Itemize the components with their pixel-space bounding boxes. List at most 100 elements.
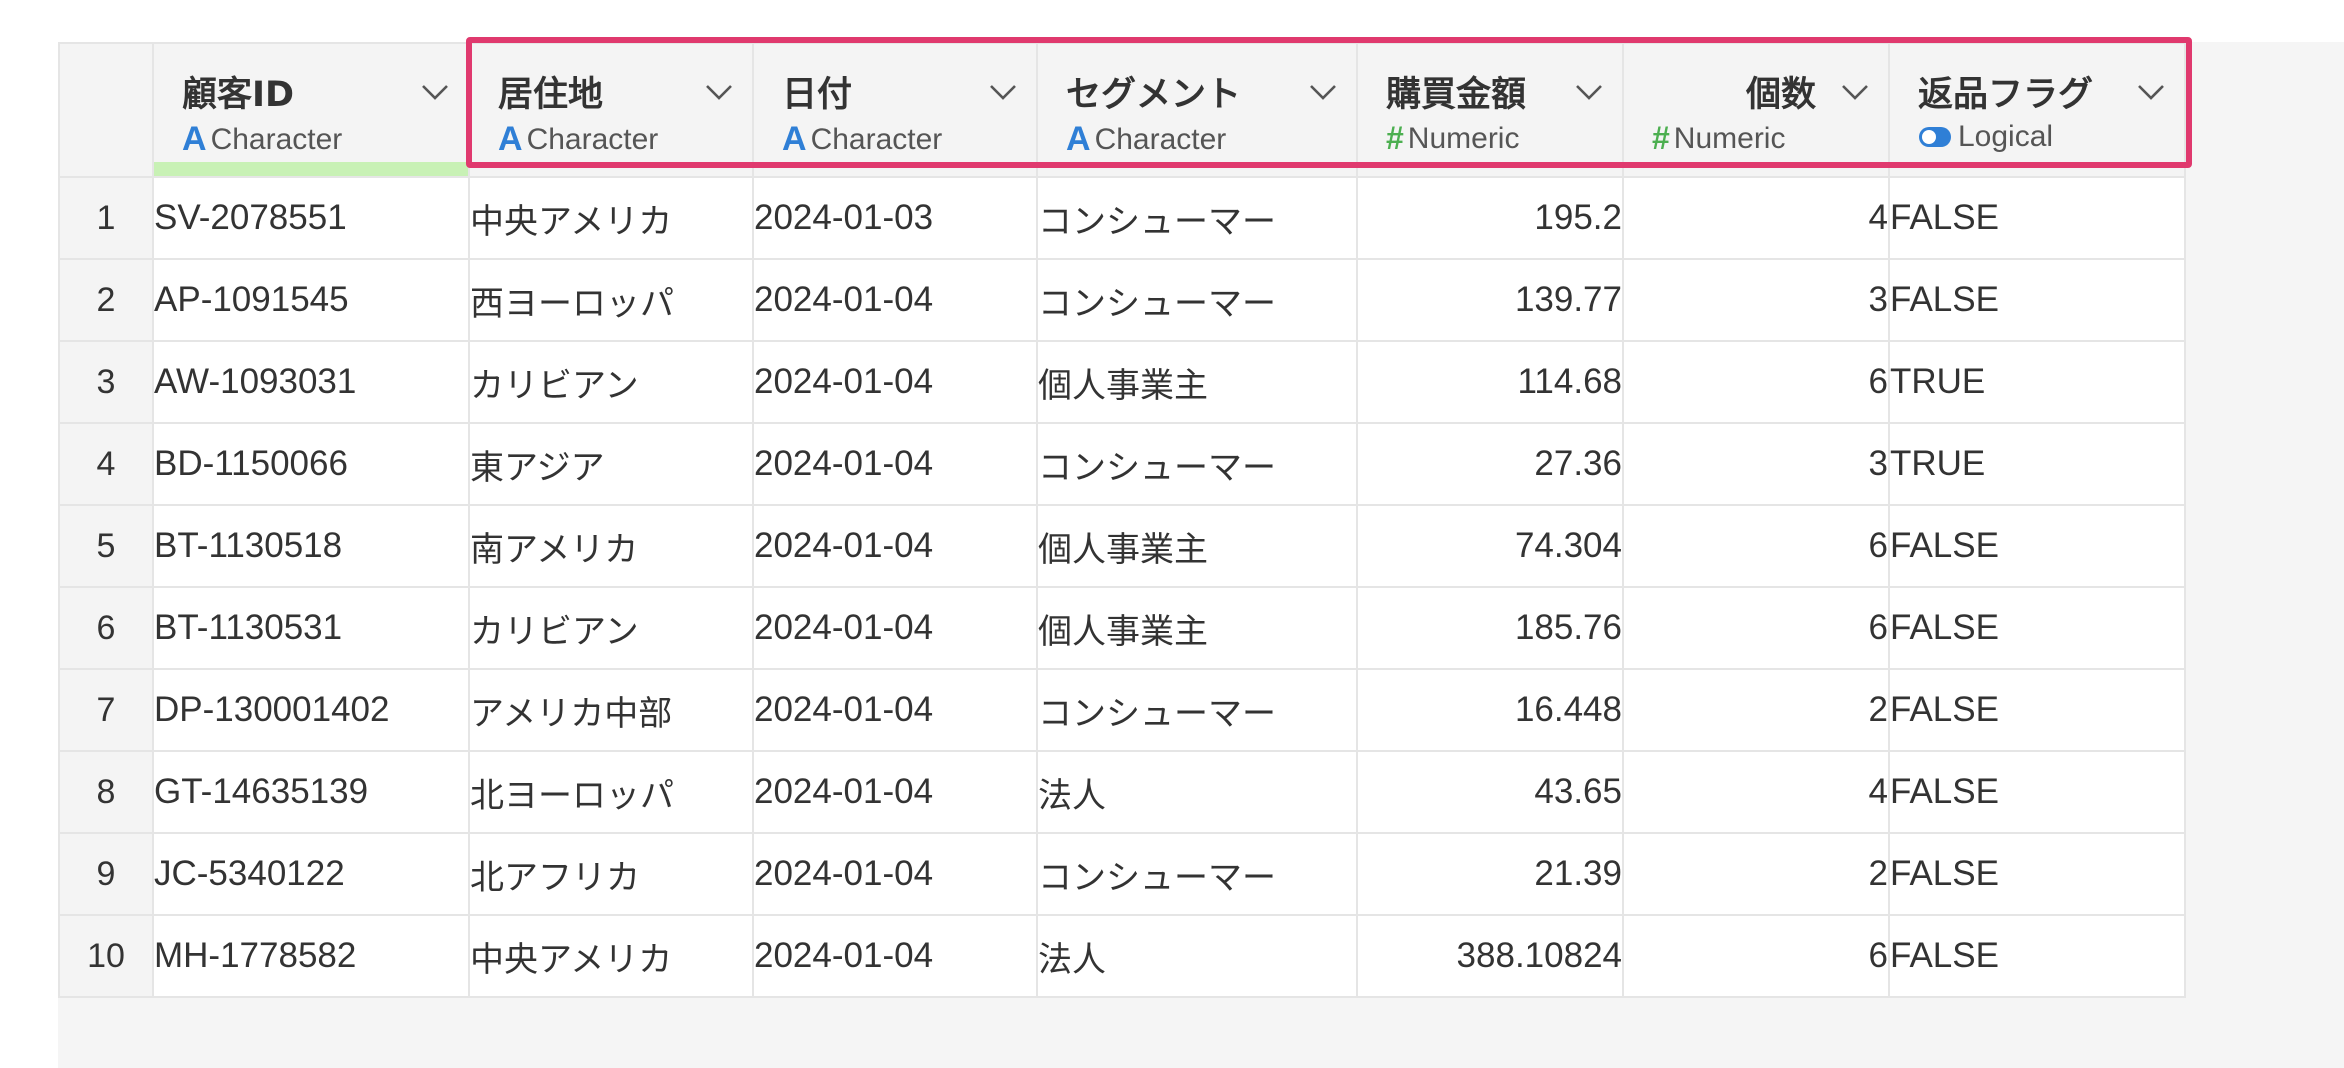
cell-residence[interactable]: カリビアン	[468, 340, 754, 424]
cell-customer-id[interactable]: DP-130001402	[152, 668, 470, 752]
cell-customer-id[interactable]: BT-1130531	[152, 586, 470, 670]
cell-customer-id[interactable]: BD-1150066	[152, 422, 470, 506]
column-header-segment[interactable]: セグメント A Character	[1036, 42, 1358, 178]
column-type: Logical	[1918, 120, 2053, 154]
character-icon: A	[498, 120, 523, 158]
cell-residence[interactable]: 東アジア	[468, 422, 754, 506]
cell-purchase-amount[interactable]: 388.10824	[1356, 914, 1624, 998]
cell-residence[interactable]: 中央アメリカ	[468, 914, 754, 998]
cell-quantity[interactable]: 6	[1622, 504, 1890, 588]
column-header-date[interactable]: 日付 A Character	[752, 42, 1038, 178]
cell-date[interactable]: 2024-01-04	[752, 668, 1038, 752]
cell-date[interactable]: 2024-01-03	[752, 176, 1038, 260]
cell-segment[interactable]: コンシューマー	[1036, 258, 1358, 342]
cell-return-flag[interactable]: TRUE	[1888, 422, 2186, 506]
cell-date[interactable]: 2024-01-04	[752, 750, 1038, 834]
cell-return-flag[interactable]: FALSE	[1888, 504, 2186, 588]
cell-quantity[interactable]: 6	[1622, 340, 1890, 424]
cell-quantity[interactable]: 4	[1622, 176, 1890, 260]
cell-date[interactable]: 2024-01-04	[752, 832, 1038, 916]
logical-toggle-icon	[1919, 127, 1951, 147]
cell-customer-id[interactable]: MH-1778582	[152, 914, 470, 998]
cell-segment[interactable]: コンシューマー	[1036, 832, 1358, 916]
cell-segment[interactable]: コンシューマー	[1036, 176, 1358, 260]
cell-quantity[interactable]: 6	[1622, 586, 1890, 670]
cell-customer-id[interactable]: AW-1093031	[152, 340, 470, 424]
column-header-return-flag[interactable]: 返品フラグ Logical	[1888, 42, 2186, 178]
column-header-residence[interactable]: 居住地 A Character	[468, 42, 754, 178]
table-row: 1 SV-2078551 中央アメリカ 2024-01-03 コンシューマー 195.2 4…	[58, 176, 2186, 260]
cell-residence[interactable]: アメリカ中部	[468, 668, 754, 752]
cell-date[interactable]: 2024-01-04	[752, 340, 1038, 424]
cell-segment[interactable]: 個人事業主	[1036, 504, 1358, 588]
chevron-down-icon[interactable]	[986, 74, 1020, 108]
cell-residence[interactable]: カリビアン	[468, 586, 754, 670]
chevron-down-icon[interactable]	[1306, 74, 1340, 108]
cell-return-flag[interactable]: FALSE	[1888, 750, 2186, 834]
cell-residence[interactable]: 北アフリカ	[468, 832, 754, 916]
cell-customer-id[interactable]: SV-2078551	[152, 176, 470, 260]
cell-residence[interactable]: 北ヨーロッパ	[468, 750, 754, 834]
table-row: 6 BT-1130531 カリビアン 2024-01-04 個人事業主 185.76 6 FA…	[58, 586, 2186, 670]
column-name: 居住地	[498, 75, 604, 115]
cell-return-flag[interactable]: TRUE	[1888, 340, 2186, 424]
chevron-down-icon[interactable]	[2134, 74, 2168, 108]
cell-segment[interactable]: 個人事業主	[1036, 586, 1358, 670]
cell-return-flag[interactable]: FALSE	[1888, 176, 2186, 260]
cell-purchase-amount[interactable]: 21.39	[1356, 832, 1624, 916]
column-header-customer-id[interactable]: 顧客ID A Character	[152, 42, 470, 178]
row-number: 4	[58, 422, 154, 506]
character-icon: A	[182, 120, 207, 158]
cell-residence[interactable]: 西ヨーロッパ	[468, 258, 754, 342]
cell-purchase-amount[interactable]: 185.76	[1356, 586, 1624, 670]
cell-purchase-amount[interactable]: 27.36	[1356, 422, 1624, 506]
cell-quantity[interactable]: 4	[1622, 750, 1890, 834]
numeric-icon: #	[1386, 120, 1404, 156]
cell-quantity[interactable]: 3	[1622, 422, 1890, 506]
cell-return-flag[interactable]: FALSE	[1888, 258, 2186, 342]
cell-residence[interactable]: 南アメリカ	[468, 504, 754, 588]
chevron-down-icon[interactable]	[418, 74, 452, 108]
cell-customer-id[interactable]: AP-1091545	[152, 258, 470, 342]
cell-quantity[interactable]: 2	[1622, 832, 1890, 916]
cell-date[interactable]: 2024-01-04	[752, 422, 1038, 506]
chevron-down-icon[interactable]	[1838, 74, 1872, 108]
column-type: A Character	[182, 120, 342, 159]
cell-residence[interactable]: 中央アメリカ	[468, 176, 754, 260]
column-type-label: Character	[210, 122, 343, 156]
cell-return-flag[interactable]: FALSE	[1888, 914, 2186, 998]
cell-customer-id[interactable]: BT-1130518	[152, 504, 470, 588]
cell-customer-id[interactable]: GT-14635139	[152, 750, 470, 834]
cell-date[interactable]: 2024-01-04	[752, 258, 1038, 342]
cell-purchase-amount[interactable]: 139.77	[1356, 258, 1624, 342]
table-row: 5 BT-1130518 南アメリカ 2024-01-04 個人事業主 74.304 6 FA…	[58, 504, 2186, 588]
cell-purchase-amount[interactable]: 43.65	[1356, 750, 1624, 834]
cell-segment[interactable]: 法人	[1036, 750, 1358, 834]
cell-segment[interactable]: 個人事業主	[1036, 340, 1358, 424]
cell-segment[interactable]: 法人	[1036, 914, 1358, 998]
cell-return-flag[interactable]: FALSE	[1888, 832, 2186, 916]
data-table: 顧客ID A Character 居住地 A Character 日付 A Ch…	[58, 42, 2186, 998]
chevron-down-icon[interactable]	[1572, 74, 1606, 108]
cell-date[interactable]: 2024-01-04	[752, 914, 1038, 998]
row-number: 8	[58, 750, 154, 834]
cell-purchase-amount[interactable]: 16.448	[1356, 668, 1624, 752]
cell-purchase-amount[interactable]: 114.68	[1356, 340, 1624, 424]
chevron-down-icon[interactable]	[702, 74, 736, 108]
column-header-purchase-amount[interactable]: 購買金額 # Numeric	[1356, 42, 1624, 178]
cell-return-flag[interactable]: FALSE	[1888, 668, 2186, 752]
cell-purchase-amount[interactable]: 74.304	[1356, 504, 1624, 588]
cell-date[interactable]: 2024-01-04	[752, 504, 1038, 588]
column-header-quantity[interactable]: 個数 # Numeric	[1622, 42, 1890, 178]
cell-purchase-amount[interactable]: 195.2	[1356, 176, 1624, 260]
cell-quantity[interactable]: 3	[1622, 258, 1890, 342]
cell-customer-id[interactable]: JC-5340122	[152, 832, 470, 916]
cell-return-flag[interactable]: FALSE	[1888, 586, 2186, 670]
cell-date[interactable]: 2024-01-04	[752, 586, 1038, 670]
cell-segment[interactable]: コンシューマー	[1036, 668, 1358, 752]
cell-quantity[interactable]: 6	[1622, 914, 1890, 998]
cell-quantity[interactable]: 2	[1622, 668, 1890, 752]
cell-segment[interactable]: コンシューマー	[1036, 422, 1358, 506]
column-type-label: Logical	[1958, 120, 2054, 153]
column-type: A Character	[1066, 120, 1226, 159]
